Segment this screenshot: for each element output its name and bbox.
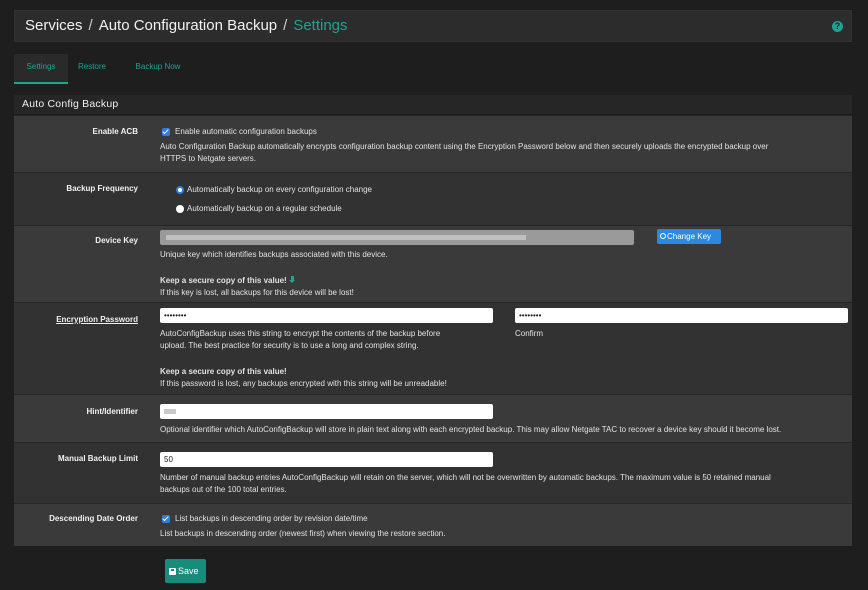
descending-date-order-checkbox-label[interactable]: List backups in descending order by revi… — [175, 513, 368, 525]
enable-acb-help-line2: HTTPS to Netgate servers. — [160, 154, 257, 163]
panel-title: Auto Config Backup — [14, 95, 852, 115]
change-key-button[interactable]: Change Key — [657, 229, 721, 244]
descending-date-order-help: List backups in descending order (newest… — [160, 529, 446, 538]
tab-restore[interactable]: Restore — [74, 54, 110, 84]
encryption-warning-text: If this password is lost, any backups en… — [160, 379, 447, 388]
enable-acb-help-line1: Auto Configuration Backup automatically … — [160, 142, 769, 151]
row-hint-identifier: Hint/Identifier Optional identifier whic… — [14, 394, 852, 442]
encryption-password-label[interactable]: Encryption Password — [14, 315, 138, 324]
device-key-help: Unique key which identifies backups asso… — [160, 250, 388, 259]
manual-backup-limit-label: Manual Backup Limit — [57, 454, 138, 463]
tab-settings[interactable]: Settings — [14, 54, 68, 84]
encryption-password-field[interactable]: •••••••• — [160, 308, 493, 323]
radio-every-change-label[interactable]: Automatically backup on every configurat… — [187, 184, 372, 196]
radio-regular-schedule[interactable] — [176, 205, 184, 213]
enable-acb-checkbox-label[interactable]: Enable automatic configuration backups — [175, 126, 317, 138]
enable-acb-checkbox[interactable] — [162, 128, 170, 136]
manual-backup-limit-help-line2: backups out of the 100 total entries. — [160, 485, 287, 494]
hint-identifier-label: Hint/Identifier — [86, 407, 138, 416]
enable-acb-label: Enable ACB — [92, 127, 139, 136]
breadcrumb-settings[interactable]: Settings — [293, 17, 347, 34]
floppy-icon — [169, 568, 176, 575]
breadcrumb-separator: / — [88, 17, 93, 34]
page-header: Services / Auto Configuration Backup / Setti… — [14, 10, 852, 42]
device-key-field — [160, 230, 634, 245]
descending-date-order-checkbox[interactable] — [162, 515, 170, 523]
save-button-label: Save — [178, 566, 199, 576]
hint-help: Optional identifier which AutoConfigBack… — [160, 425, 782, 434]
confirm-label: Confirm — [515, 329, 544, 338]
row-backup-frequency: Backup Frequency Automatically backup on… — [14, 172, 852, 225]
encryption-warning-title: Keep a secure copy of this value! — [160, 367, 287, 376]
device-key-warning-title-text: Keep a secure copy of this value! — [160, 276, 287, 285]
row-descending-date-order: Descending Date Order List backups in de… — [14, 503, 852, 546]
encryption-help-line2: upload. The best practice for security i… — [160, 341, 419, 350]
device-key-warning-title: Keep a secure copy of this value! — [160, 275, 296, 287]
descending-date-order-label: Descending Date Order — [49, 514, 138, 523]
tab-bar: Settings Restore Backup Now — [14, 54, 852, 84]
row-manual-backup-limit: Manual Backup Limit 50 Number of manual … — [14, 442, 852, 503]
breadcrumb-acb[interactable]: Auto Configuration Backup — [99, 17, 277, 34]
row-encryption-password: Encryption Password •••••••• •••••••• Au… — [14, 302, 852, 394]
breadcrumb: Services / Auto Configuration Backup / Setti… — [25, 17, 348, 34]
backup-frequency-label: Backup Frequency — [66, 184, 138, 193]
device-key-warning-text: If this key is lost, all backups for thi… — [160, 288, 354, 297]
download-icon[interactable] — [288, 276, 296, 284]
manual-backup-limit-help-line1: Number of manual backup entries AutoConf… — [160, 473, 771, 482]
device-key-label: Device Key — [95, 236, 138, 245]
key-icon — [660, 233, 666, 239]
radio-every-change[interactable] — [176, 186, 184, 194]
device-key-redacted — [166, 235, 526, 240]
encryption-password-confirm-field[interactable]: •••••••• — [515, 308, 848, 323]
change-key-button-label: Change Key — [667, 232, 712, 241]
radio-regular-schedule-label[interactable]: Automatically backup on a regular schedu… — [187, 203, 342, 215]
acb-panel: Auto Config Backup Enable ACB Enable aut… — [14, 95, 852, 546]
breadcrumb-separator: / — [283, 17, 288, 34]
tab-backup-now[interactable]: Backup Now — [130, 54, 186, 84]
help-icon[interactable]: ? — [832, 21, 843, 32]
breadcrumb-services[interactable]: Services — [25, 17, 83, 34]
hint-identifier-field[interactable] — [160, 404, 493, 419]
encryption-help-line1: AutoConfigBackup uses this string to enc… — [160, 329, 441, 338]
save-button[interactable]: Save — [165, 559, 206, 583]
row-device-key: Device Key Change Key Unique key which i… — [14, 225, 852, 302]
hint-redacted — [164, 409, 176, 414]
manual-backup-limit-field[interactable]: 50 — [160, 452, 493, 467]
row-enable-acb: Enable ACB Enable automatic configuratio… — [14, 115, 852, 172]
